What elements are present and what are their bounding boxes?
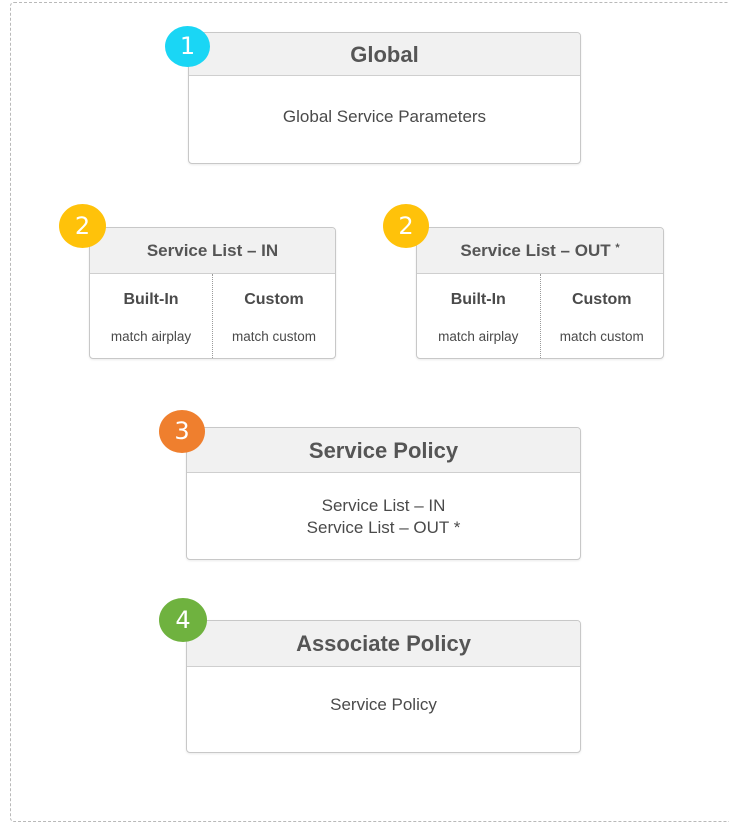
global-box: Global Global Service Parameters [188,32,581,164]
global-body: Global Service Parameters [282,107,487,126]
step-3-badge: 3 [159,410,205,453]
service-list-in-builtin-column: Built-In match airplay [90,274,213,358]
builtin-column-item: match airplay [110,329,192,344]
service-list-out-box: Service List – OUT * Built-In match airp… [416,227,664,359]
step-2-badge-out: 2 [383,204,429,248]
associate-policy-box: Associate Policy Service Policy [186,620,581,753]
service-policy-line-in: Service List – IN [321,496,446,515]
service-list-out-header: Service List – OUT * [417,228,663,274]
service-list-out-title-mark: * [615,242,620,254]
step-1-badge: 1 [165,26,210,67]
associate-policy-body: Service Policy [330,695,437,714]
custom-column-title: Custom [571,291,632,308]
service-list-in-columns: Built-In match airplay Custom match cust… [90,274,335,358]
service-list-out-custom-column: Custom match custom [541,274,664,358]
service-list-in-custom-column: Custom match custom [213,274,335,358]
service-policy-title: Service Policy [187,428,580,473]
custom-column-item: match custom [559,329,644,344]
service-list-out-builtin-column: Built-In match airplay [417,274,541,358]
step-2-badge-in: 2 [59,204,106,248]
builtin-column-title: Built-In [450,291,506,308]
custom-column-item: match custom [231,329,317,344]
service-policy-box: Service Policy Service List – IN Service… [186,427,581,560]
builtin-column-item: match airplay [438,329,519,344]
service-list-out-title: Service List – OUT [460,241,611,260]
builtin-column-title: Built-In [123,291,179,308]
custom-column-title: Custom [244,291,304,308]
service-list-out-columns: Built-In match airplay Custom match cust… [417,274,663,358]
global-title: Global [189,33,580,76]
service-list-in-title: Service List – IN [90,228,335,274]
associate-policy-title: Associate Policy [187,621,580,667]
service-policy-line-out: Service List – OUT * [306,518,461,537]
service-list-in-box: Service List – IN Built-In match airplay… [89,227,336,359]
step-4-badge: 4 [159,598,207,642]
service-policy-body: Service List – IN Service List – OUT * [187,473,580,539]
